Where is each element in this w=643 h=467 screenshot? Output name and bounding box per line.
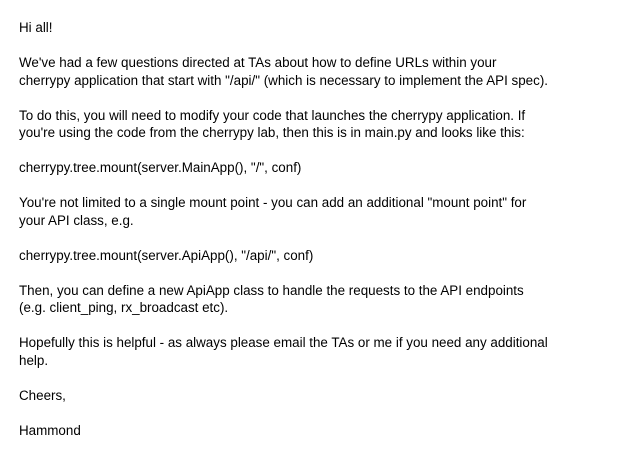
instructions-line-2: you're using the code from the cherrypy … <box>19 125 525 140</box>
code-snippet-main-app: cherrypy.tree.mount(server.MainApp(), "/… <box>19 160 302 175</box>
closing-paragraph: Hopefully this is helpful - as always pl… <box>19 334 629 369</box>
api-class-paragraph: Then, you can define a new ApiApp class … <box>19 282 629 317</box>
api-class-line-1: Then, you can define a new ApiApp class … <box>19 282 524 298</box>
greeting: Hi all! <box>19 20 53 35</box>
intro-paragraph: We've had a few questions directed at TA… <box>19 54 629 89</box>
closing-line-1: Hopefully this is helpful - as always pl… <box>19 335 548 350</box>
code-snippet-api-app: cherrypy.tree.mount(server.ApiApp(), "/a… <box>19 247 314 263</box>
instructions-paragraph: To do this, you will need to modify your… <box>19 107 629 142</box>
intro-line-2: cherrypy application that start with "/a… <box>19 72 548 88</box>
signature: Hammond <box>19 422 81 438</box>
closing-line-2: help. <box>19 352 49 368</box>
mount-point-paragraph: You're not limited to a single mount poi… <box>19 194 629 229</box>
instructions-line-1: To do this, you will need to modify your… <box>19 107 526 123</box>
api-class-line-2: (e.g. client_ping, rx_broadcast etc). <box>19 300 229 315</box>
mount-point-line-2: your API class, e.g. <box>19 212 134 228</box>
mount-point-line-1: You're not limited to a single mount poi… <box>19 195 527 210</box>
signoff: Cheers, <box>19 387 66 403</box>
email-body: Hi all! We've had a few questions direct… <box>19 19 629 457</box>
intro-line-1: We've had a few questions directed at TA… <box>19 55 497 70</box>
